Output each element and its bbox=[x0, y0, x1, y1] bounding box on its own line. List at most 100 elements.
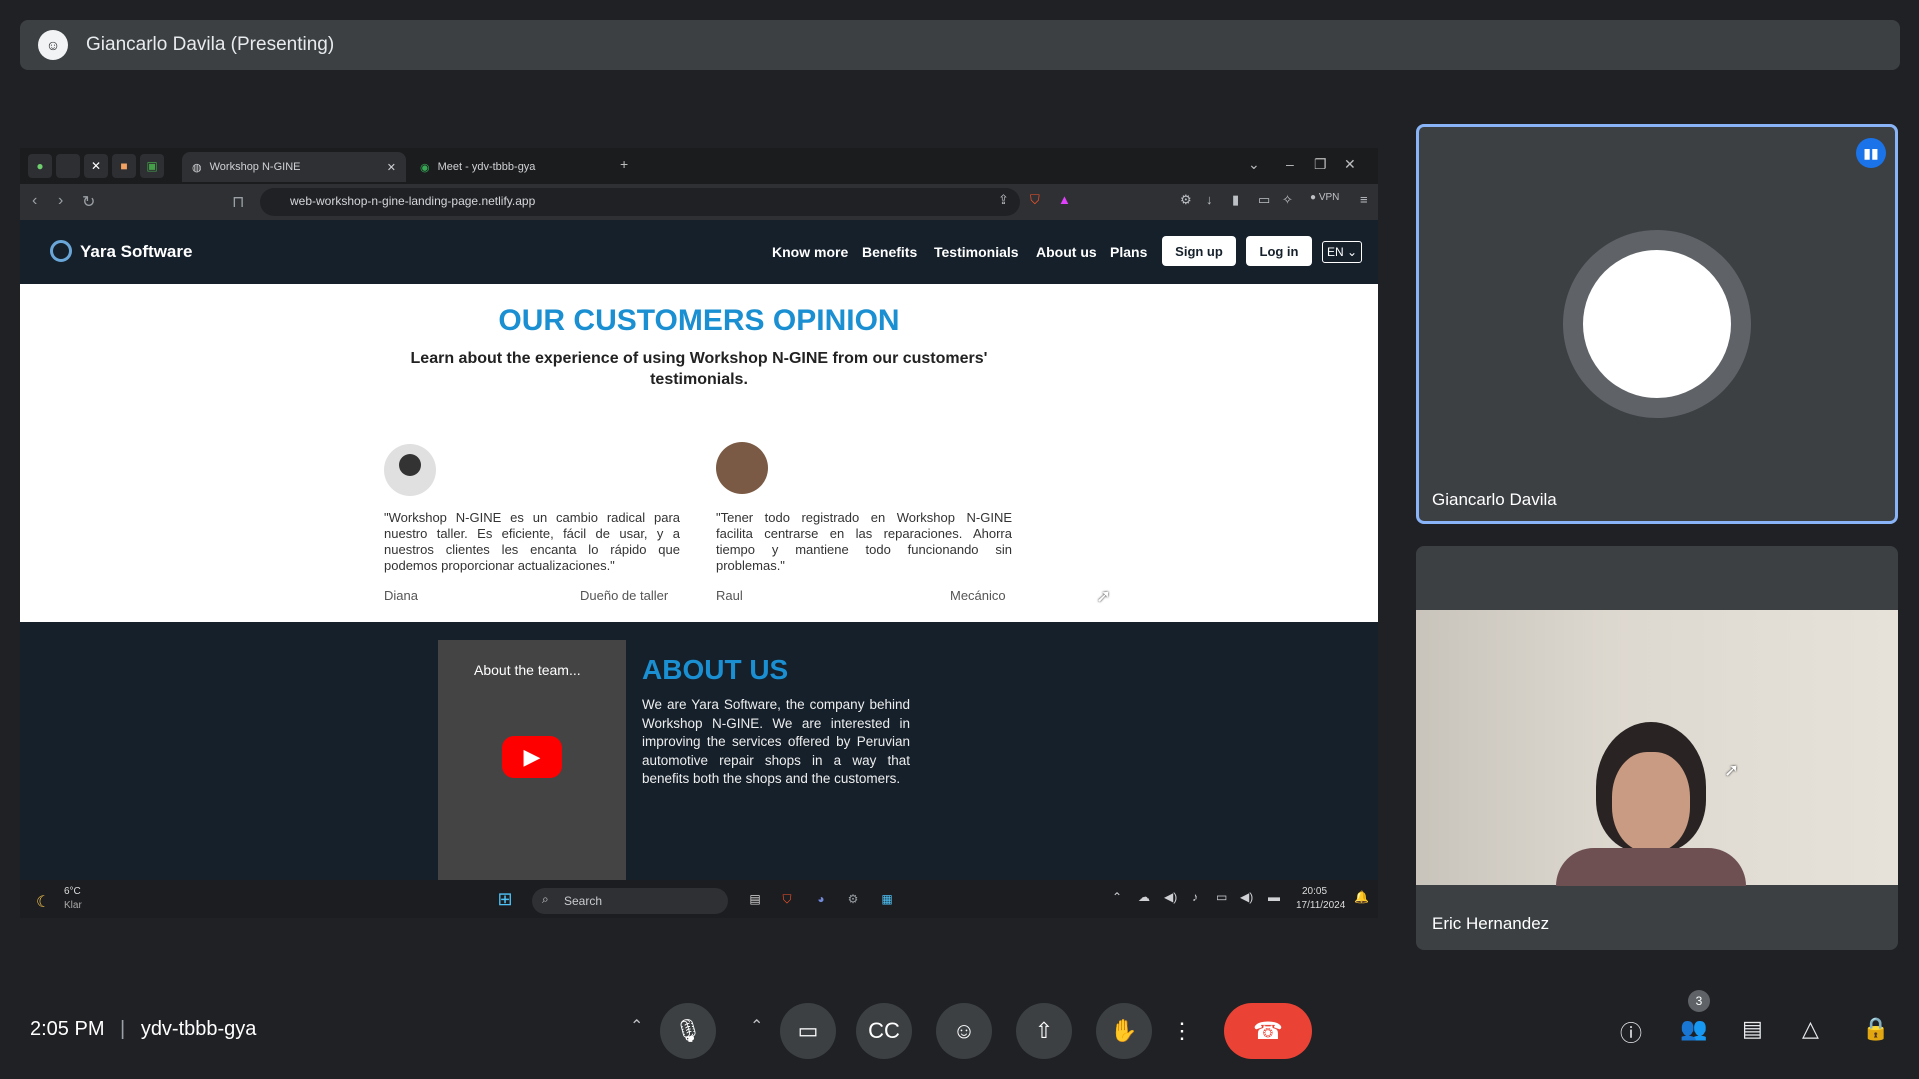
play-icon[interactable]: ▶ bbox=[502, 736, 562, 778]
tab-label: Meet - ydv-tbbb-gya bbox=[437, 161, 536, 173]
nav-testimonials[interactable]: Testimonials bbox=[934, 244, 1019, 260]
pinned-tab-icon[interactable]: ● bbox=[28, 154, 52, 178]
discord-icon[interactable]: ◕ bbox=[810, 888, 832, 910]
reactions-button[interactable]: ☺ bbox=[936, 1003, 992, 1059]
rewards-icon[interactable]: ▲ bbox=[1058, 192, 1071, 207]
raise-hand-button[interactable]: ✋ bbox=[1096, 1003, 1152, 1059]
camera-button[interactable]: ▭ bbox=[780, 1003, 836, 1059]
separator: | bbox=[120, 1018, 126, 1040]
network-icon[interactable]: ▭ bbox=[1216, 890, 1227, 904]
taskbar-time[interactable]: 20:05 bbox=[1302, 886, 1327, 897]
avatar bbox=[384, 444, 436, 496]
brave-icon[interactable]: ⛉ bbox=[776, 888, 798, 910]
windows-start-icon[interactable]: ⊞ bbox=[494, 888, 516, 910]
leave-call-button[interactable]: ☎ bbox=[1224, 1003, 1312, 1059]
participant-body bbox=[1556, 848, 1746, 886]
vpn-button[interactable]: ● VPN bbox=[1310, 192, 1339, 203]
weather-desc[interactable]: Klar bbox=[64, 900, 82, 911]
video-embed[interactable]: About the team... ▶ bbox=[438, 640, 626, 880]
presenter-label: Giancarlo Davila (Presenting) bbox=[86, 34, 335, 55]
tab-label: Workshop N-GINE bbox=[209, 161, 301, 173]
tab-meet[interactable]: ◉ Meet - ydv-tbbb-gya bbox=[410, 152, 610, 182]
share-icon[interactable]: ⇪ bbox=[998, 192, 1009, 208]
menu-icon[interactable]: ≡ bbox=[1360, 192, 1368, 207]
about-text: We are Yara Software, the company behind… bbox=[642, 697, 910, 786]
cloud-icon[interactable]: ☁ bbox=[1138, 890, 1150, 904]
login-button[interactable]: Log in bbox=[1246, 236, 1312, 266]
settings-icon[interactable]: ⚙ bbox=[842, 888, 864, 910]
nav-benefits[interactable]: Benefits bbox=[862, 244, 917, 260]
language-select[interactable]: EN ⌄ bbox=[1322, 241, 1362, 263]
brand-logo-icon bbox=[50, 240, 72, 262]
new-tab-icon[interactable]: + bbox=[620, 156, 628, 172]
section-title: OUR CUSTOMERS OPINION bbox=[498, 304, 900, 337]
leo-icon[interactable]: ✧ bbox=[1282, 192, 1293, 208]
pinned-tab-icon[interactable]: ✕ bbox=[84, 154, 108, 178]
mic-button[interactable]: 🎙 bbox=[660, 1003, 716, 1059]
close-tab-icon[interactable]: ✕ bbox=[387, 161, 396, 174]
weather-temp[interactable]: 6°C bbox=[64, 886, 81, 897]
minimize-icon[interactable]: – bbox=[1286, 156, 1294, 172]
participant-name: Eric Hernandez bbox=[1432, 914, 1550, 933]
wallet-icon[interactable]: ▭ bbox=[1258, 192, 1270, 208]
tray-chevron-icon[interactable]: ⌃ bbox=[1112, 890, 1122, 904]
camera-icon: ▭ bbox=[797, 1018, 819, 1043]
present-icon: ⇧ bbox=[1034, 1018, 1054, 1043]
chevron-down-icon[interactable]: ⌄ bbox=[1248, 156, 1260, 173]
presenting-banner: ☺ Giancarlo Davila (Presenting) bbox=[20, 20, 1900, 70]
mic-tray-icon[interactable]: ♪ bbox=[1192, 890, 1198, 904]
close-window-icon[interactable]: ✕ bbox=[1344, 156, 1356, 173]
testimonial-role: Mecánico bbox=[950, 588, 1006, 603]
signup-button[interactable]: Sign up bbox=[1162, 236, 1236, 266]
chat-icon[interactable]: ▤ bbox=[1742, 1016, 1763, 1042]
pinned-tab-icon[interactable] bbox=[56, 154, 80, 178]
back-icon[interactable]: ‹ bbox=[32, 192, 37, 210]
brand-name[interactable]: Yara Software bbox=[80, 242, 192, 262]
notepad-icon[interactable]: ▦ bbox=[876, 888, 898, 910]
avatar bbox=[716, 442, 768, 494]
meeting-code: ydv-tbbb-gya bbox=[140, 1018, 257, 1040]
video-title: About the team... bbox=[474, 662, 581, 678]
pinned-tab-icon[interactable]: ■ bbox=[112, 154, 136, 178]
forward-icon[interactable]: › bbox=[58, 192, 63, 210]
hangup-icon: ☎ bbox=[1253, 1017, 1283, 1045]
nav-about-us[interactable]: About us bbox=[1036, 244, 1097, 260]
sidebar-icon[interactable]: ▮ bbox=[1232, 192, 1239, 208]
brave-shield-icon[interactable]: ⛉ bbox=[1030, 192, 1040, 208]
tab-workshop[interactable]: ◍ Workshop N-GINE ✕ bbox=[182, 152, 406, 182]
search-icon: ⌕ bbox=[542, 892, 549, 906]
section-subtitle: Learn about the experience of using Work… bbox=[410, 350, 988, 388]
download-icon[interactable]: ↓ bbox=[1206, 192, 1213, 207]
taskbar-date[interactable]: 17/11/2024 bbox=[1296, 900, 1345, 911]
present-button[interactable]: ⇧ bbox=[1016, 1003, 1072, 1059]
reload-icon[interactable]: ↻ bbox=[82, 192, 95, 212]
more-options-button[interactable]: ⋮ bbox=[1164, 1003, 1200, 1059]
people-icon[interactable]: 👥 bbox=[1680, 1016, 1707, 1042]
url-text[interactable]: web-workshop-n-gine-landing-page.netlify… bbox=[290, 194, 535, 208]
restore-icon[interactable]: ❐ bbox=[1314, 156, 1327, 173]
nav-plans[interactable]: Plans bbox=[1110, 244, 1147, 260]
file-explorer-icon[interactable]: ▤ bbox=[744, 888, 766, 910]
audio-options-icon[interactable]: ⌃ bbox=[630, 1016, 643, 1036]
more-vert-icon: ⋮ bbox=[1171, 1018, 1193, 1043]
hand-icon: ✋ bbox=[1110, 1018, 1138, 1043]
globe-icon: ◍ bbox=[192, 161, 202, 174]
moon-icon: ☾ bbox=[36, 894, 51, 911]
activities-icon[interactable]: △ bbox=[1802, 1016, 1819, 1042]
meet-icon: ◉ bbox=[420, 161, 430, 174]
taskbar-search[interactable]: Search bbox=[532, 888, 728, 914]
captions-button[interactable]: CC bbox=[856, 1003, 912, 1059]
extensions-icon[interactable]: ⚙ bbox=[1180, 192, 1192, 208]
pinned-tab-icon[interactable]: ▣ bbox=[140, 154, 164, 178]
host-controls-icon[interactable]: 🔒 bbox=[1862, 1016, 1889, 1042]
cursor-icon: ➚ bbox=[1724, 760, 1740, 780]
info-icon[interactable]: ⓘ bbox=[1620, 1016, 1642, 1048]
notification-bell-icon[interactable]: 🔔 bbox=[1354, 890, 1369, 904]
bookmark-icon[interactable]: ⊓ bbox=[232, 192, 244, 212]
volume-icon[interactable]: ◀) bbox=[1240, 890, 1253, 904]
testimonial-name: Diana bbox=[384, 588, 418, 603]
battery-icon[interactable]: ▬ bbox=[1268, 890, 1280, 904]
nav-know-more[interactable]: Know more bbox=[772, 244, 848, 260]
video-options-icon[interactable]: ⌃ bbox=[750, 1016, 763, 1036]
speaker-icon[interactable]: ◀) bbox=[1164, 890, 1177, 904]
